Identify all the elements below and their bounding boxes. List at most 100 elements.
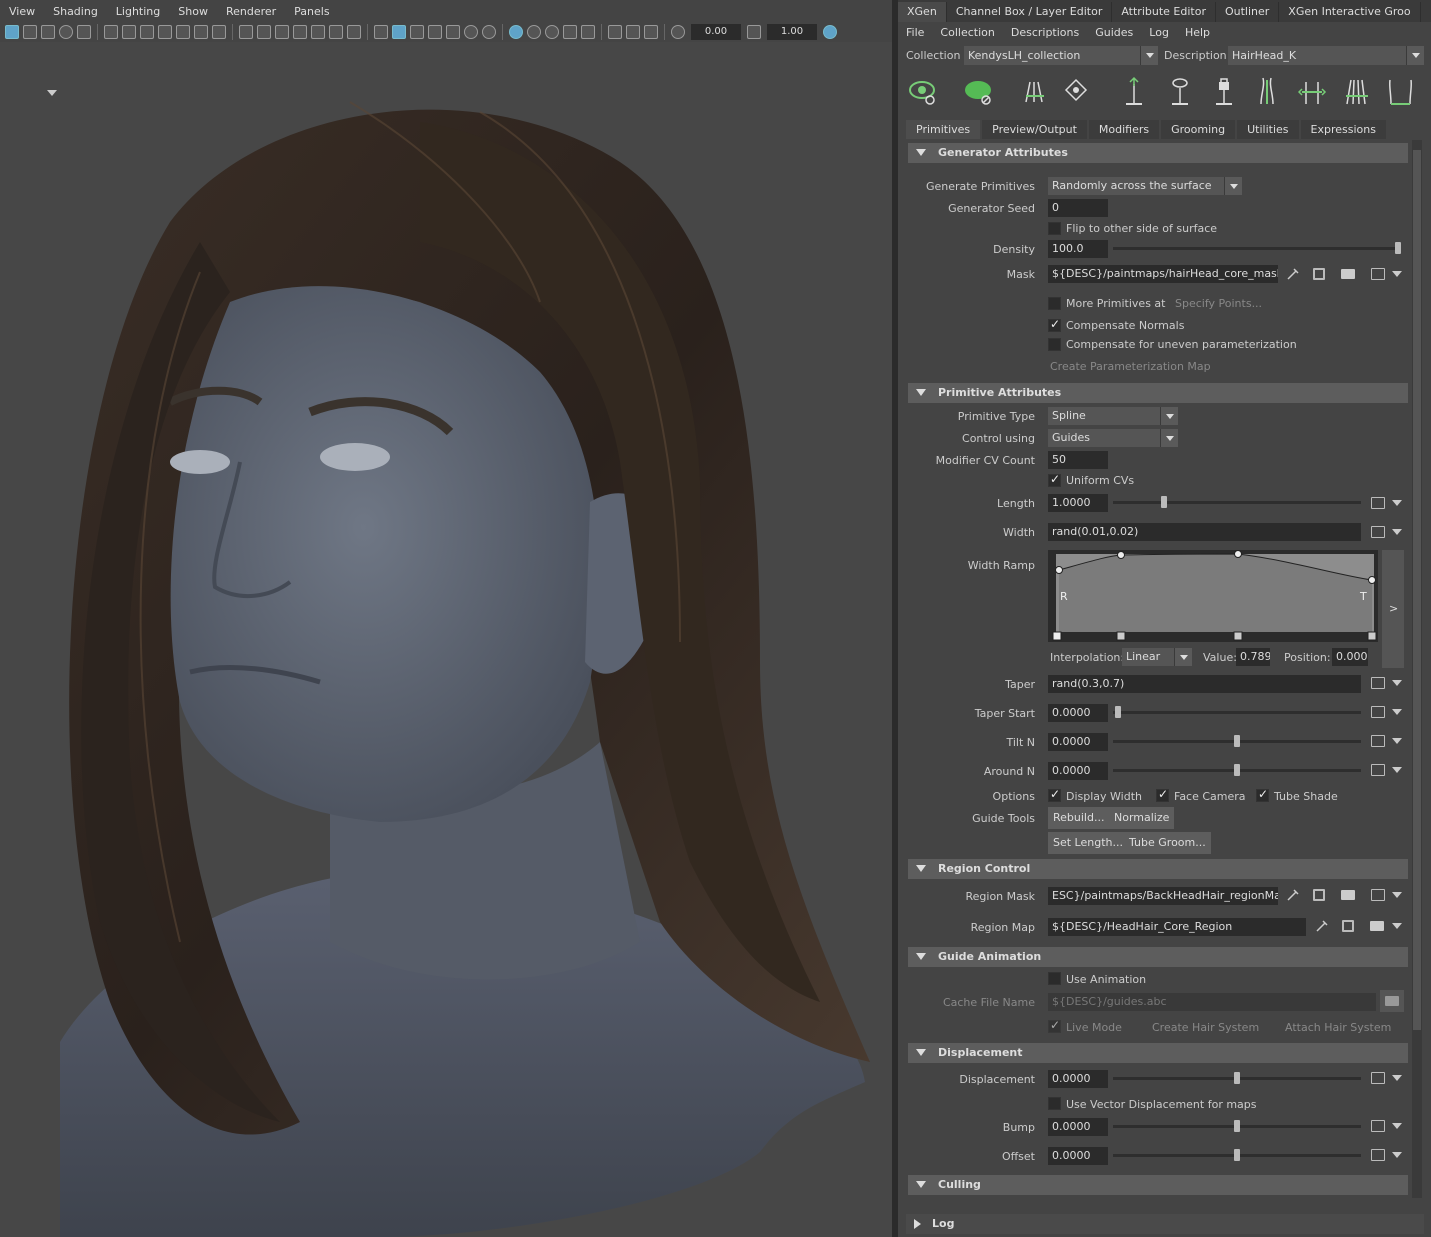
smooth-shade-icon[interactable] [392,25,406,39]
wireframe-icon[interactable] [374,25,388,39]
chevron-down-icon[interactable] [1392,1123,1402,1129]
compensate-normals-checkbox[interactable] [1048,317,1061,332]
taper-field[interactable]: rand(0.3,0.7) [1048,675,1361,693]
expression-editor-icon[interactable] [1371,497,1385,509]
rebuild-guides-icon[interactable] [1342,76,1372,106]
add-or-move-guides-icon[interactable] [1120,76,1150,106]
gamma-field[interactable]: 1.00 [767,24,817,40]
folder-icon[interactable] [1341,890,1355,900]
live-mode-checkbox[interactable] [1048,1018,1061,1033]
tilt-n-slider[interactable] [1113,735,1361,747]
sculpt-guides-icon[interactable] [1166,76,1196,106]
length-slider[interactable] [1113,496,1361,508]
chevron-down-icon[interactable] [1392,1152,1402,1158]
viewport-render[interactable] [0,42,892,1237]
chevron-down-icon[interactable] [1392,271,1402,277]
chevron-down-icon[interactable] [1392,892,1402,898]
expression-editor-icon[interactable] [1371,764,1385,776]
menu-show[interactable]: Show [169,5,217,18]
control-using-dropdown[interactable]: Guides [1048,429,1178,447]
save-icon[interactable] [1313,889,1325,901]
chevron-down-icon[interactable] [1392,923,1402,929]
bookmark-icon[interactable] [41,25,55,39]
bookmark2-icon[interactable] [158,25,172,39]
tab-xgen[interactable]: XGen [898,2,947,22]
default-material-icon[interactable] [428,25,442,39]
chevron-down-icon[interactable] [1392,680,1402,686]
width-field[interactable]: rand(0.01,0.02) [1048,523,1361,541]
chevron-down-icon[interactable] [1392,767,1402,773]
offset-field[interactable]: 0.0000 [1048,1147,1108,1165]
expression-editor-icon[interactable] [1371,1072,1385,1084]
tab-outliner[interactable]: Outliner [1216,2,1280,22]
flip-guides-icon[interactable] [1253,76,1283,106]
paint-brush-icon[interactable] [1286,267,1300,281]
section-region-control[interactable]: Region Control [908,859,1408,879]
region-map-field[interactable]: ${DESC}/HeadHair_Core_Region [1048,918,1306,936]
clear-preview-icon[interactable] [964,76,994,106]
expression-editor-icon[interactable] [1371,1120,1385,1132]
generate-primitives-dropdown[interactable]: Randomly across the surface [1048,177,1242,195]
slider-handle[interactable] [1115,706,1121,718]
xray-active-icon[interactable] [644,25,658,39]
attach-hair-system-button[interactable]: Attach Hair System [1285,1021,1391,1034]
xray-icon[interactable] [176,25,190,39]
displacement-slider[interactable] [1113,1072,1361,1084]
paint-brush-icon[interactable] [1286,888,1300,902]
grease-pencil-icon[interactable] [104,25,118,39]
color-management-icon[interactable] [823,25,837,39]
vertical-scrollbar[interactable] [1412,140,1422,1198]
slider-handle[interactable] [1234,764,1240,776]
field-chart-icon[interactable] [311,25,325,39]
density-field[interactable]: 100.0 [1048,240,1108,258]
generator-seed-field[interactable]: 0 [1048,199,1108,217]
ramp-position-field[interactable]: 0.000 [1332,648,1368,666]
exposure-icon[interactable] [671,25,685,39]
camera-lock-icon[interactable] [122,25,136,39]
menu-log[interactable]: Log [1141,26,1177,39]
film-gate-icon[interactable] [140,25,154,39]
face-camera-checkbox[interactable] [1156,787,1169,802]
set-length-button[interactable]: Set Length... [1048,832,1128,854]
width-ramp-curve[interactable] [1048,550,1378,642]
menu-lighting[interactable]: Lighting [107,5,169,18]
chevron-down-icon[interactable] [1392,1075,1402,1081]
isolate-icon[interactable] [509,25,523,39]
taper-start-slider[interactable] [1113,706,1361,718]
save-icon[interactable] [1342,920,1354,932]
modifier-cv-field[interactable]: 50 [1048,451,1108,469]
select-guides-icon[interactable] [1062,76,1092,106]
chevron-down-icon[interactable] [47,90,57,96]
tube-shade-checkbox[interactable] [1256,787,1269,802]
expression-editor-icon[interactable] [1371,1149,1385,1161]
wire-icon[interactable] [194,25,208,39]
interpolation-dropdown[interactable]: Linear [1122,648,1192,666]
expression-editor-icon[interactable] [1371,677,1385,689]
section-generator-attributes[interactable]: Generator Attributes [908,143,1408,163]
menu-renderer[interactable]: Renderer [217,5,285,18]
display-width-checkbox[interactable] [1048,787,1061,802]
gate-mask-icon[interactable] [293,25,307,39]
chevron-down-icon[interactable] [1392,500,1402,506]
section-culling[interactable]: Culling [908,1175,1408,1195]
add-guide-icon[interactable] [1020,76,1050,106]
specify-points-button[interactable]: Specify Points... [1175,297,1262,310]
section-guide-animation[interactable]: Guide Animation [908,947,1408,967]
save-icon[interactable] [1313,268,1325,280]
collection-dropdown[interactable]: KendysLH_collection [964,46,1158,65]
shadows-icon[interactable] [482,25,496,39]
grid-icon[interactable] [239,25,253,39]
tube-groom-button[interactable]: Tube Groom... [1124,832,1211,854]
region-mask-field[interactable]: ESC}/paintmaps/BackHeadHair_regionMask [1048,887,1278,905]
hud-icon[interactable] [608,25,622,39]
menu-collection[interactable]: Collection [932,26,1002,39]
textured-icon[interactable] [446,25,460,39]
ramp-expand-button[interactable]: > [1382,550,1404,668]
ssao-icon[interactable] [527,25,541,39]
section-primitive-attributes[interactable]: Primitive Attributes [908,383,1408,403]
chevron-down-icon[interactable] [1392,709,1402,715]
slider-handle[interactable] [1161,496,1167,508]
subtab-modifiers[interactable]: Modifiers [1088,120,1160,139]
pencil-icon[interactable] [212,25,226,39]
length-field[interactable]: 1.0000 [1048,494,1108,512]
